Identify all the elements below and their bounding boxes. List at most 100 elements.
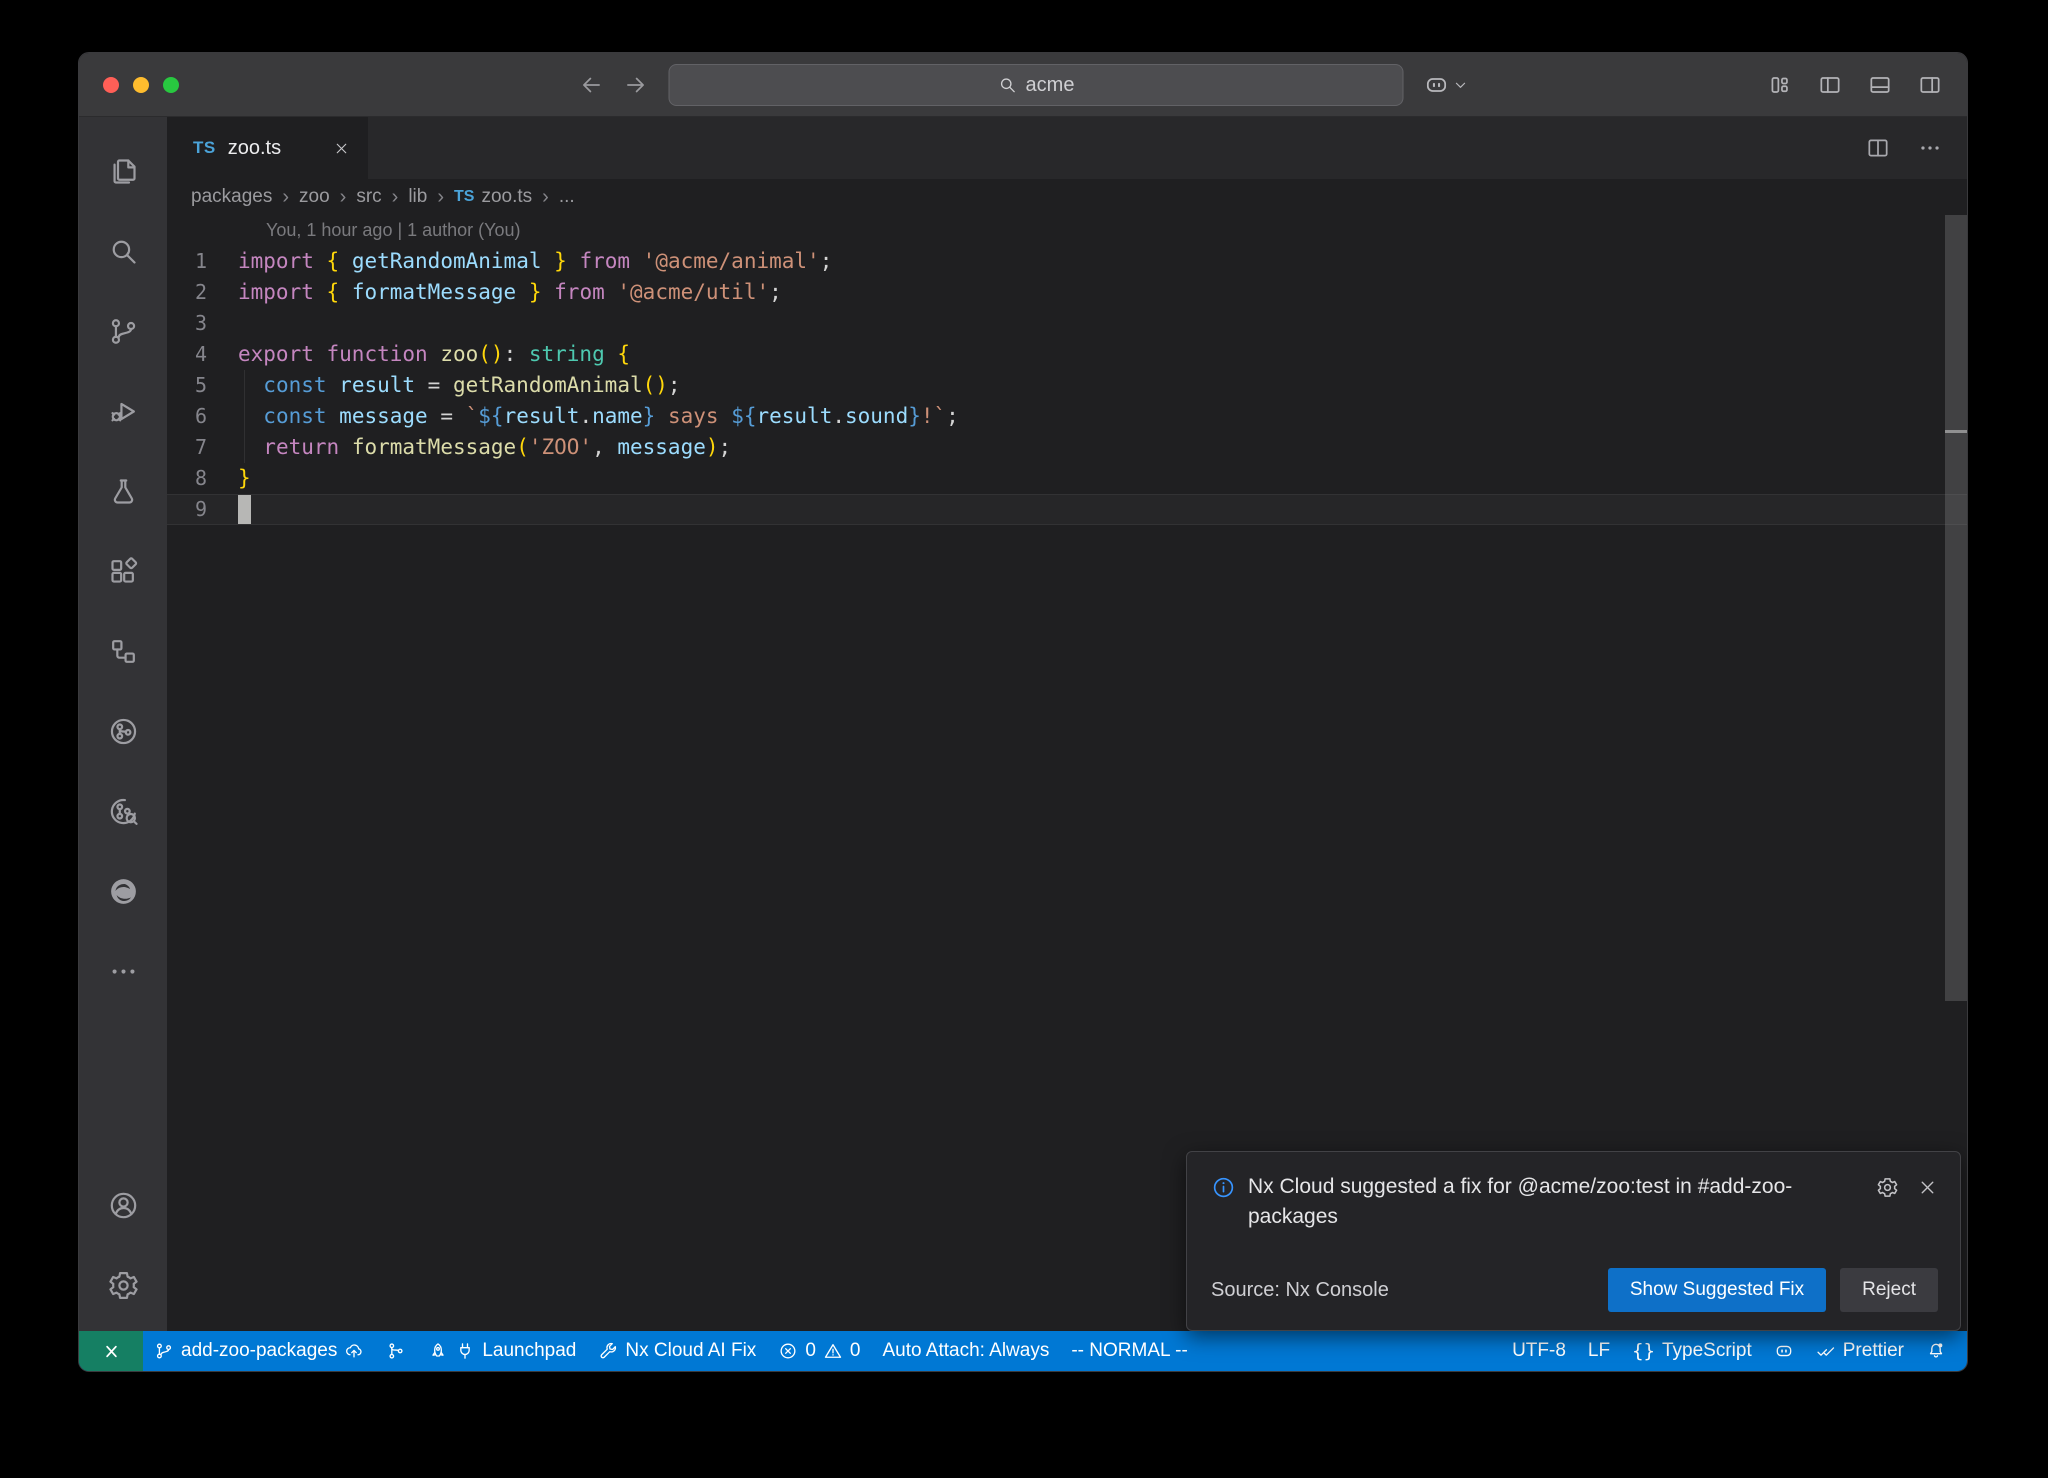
line-number: 6 (167, 401, 238, 432)
activity-item-account[interactable] (79, 1165, 167, 1245)
git-graph-status[interactable] (375, 1331, 417, 1371)
search-icon (998, 75, 1018, 95)
edge-icon (107, 875, 140, 908)
notification-toast: Nx Cloud suggested a fix for @acme/zoo:t… (1186, 1151, 1961, 1331)
line-number: 2 (167, 277, 238, 308)
activity-item-nx-cloud[interactable] (79, 771, 167, 851)
toggle-secondary-sidebar-icon[interactable] (1917, 72, 1943, 98)
activity-item-files[interactable] (79, 131, 167, 211)
code-line-1[interactable]: 1import { getRandomAnimal } from '@acme/… (167, 246, 1967, 277)
encoding-status[interactable]: UTF-8 (1501, 1331, 1577, 1371)
breadcrumb-item-packages[interactable]: packages (191, 186, 272, 208)
split-editor-icon[interactable] (1865, 135, 1891, 161)
git-graph-icon (386, 1341, 406, 1361)
line-number: 7 (167, 432, 238, 463)
copilot-menu[interactable] (1424, 72, 1468, 98)
notification-close-icon[interactable] (1917, 1176, 1938, 1199)
activity-item-search[interactable] (79, 211, 167, 291)
settings-gear-icon (107, 1269, 140, 1302)
command-center-search[interactable]: acme (669, 64, 1404, 106)
notification-message: Nx Cloud suggested a fix for @acme/zoo:t… (1248, 1172, 1864, 1233)
screen: acme T (0, 0, 2048, 1478)
activity-item-settings-gear[interactable] (79, 1245, 167, 1325)
files-icon (107, 155, 140, 188)
launchpad-status[interactable]: Launchpad (417, 1331, 587, 1371)
breadcrumb-item--[interactable]: ... (559, 186, 575, 208)
code-line-3[interactable]: 3 (167, 308, 1967, 339)
activity-item-beaker[interactable] (79, 451, 167, 531)
breadcrumb-item-lib[interactable]: lib (408, 186, 427, 208)
linked-squares-icon (107, 635, 140, 668)
maximize-window-button[interactable] (163, 77, 179, 93)
line-number: 3 (167, 308, 238, 339)
activity-item-source-control[interactable] (79, 291, 167, 371)
editor-more-actions-icon[interactable] (1917, 135, 1943, 161)
double-check-icon (1816, 1341, 1836, 1361)
activity-item-extensions[interactable] (79, 531, 167, 611)
toggle-sidebar-icon[interactable] (1817, 72, 1843, 98)
activity-item-more[interactable] (79, 931, 167, 1011)
breadcrumb-item-zoo-ts[interactable]: TSzoo.ts (454, 186, 532, 208)
code-line-7[interactable]: 7 return formatMessage('ZOO', message); (167, 432, 1967, 463)
code-line-4[interactable]: 4export function zoo(): string { (167, 339, 1967, 370)
copilot-status[interactable] (1763, 1331, 1805, 1371)
notification-settings-icon[interactable] (1876, 1176, 1899, 1199)
more-icon (107, 955, 140, 988)
prettier-status[interactable]: Prettier (1805, 1331, 1915, 1371)
breadcrumb-separator: › (437, 186, 444, 209)
vscode-window: acme T (78, 52, 1968, 1372)
customize-layout-icon[interactable] (1767, 72, 1793, 98)
cloud-upload-icon (344, 1341, 364, 1361)
bell-icon (1926, 1341, 1946, 1361)
line-number: 4 (167, 339, 238, 370)
reject-button[interactable]: Reject (1840, 1268, 1938, 1312)
debug-icon (107, 395, 140, 428)
problems-status[interactable]: 00 (767, 1331, 871, 1371)
tab-label: zoo.ts (228, 137, 281, 160)
notification-source: Source: Nx Console (1211, 1279, 1389, 1302)
activity-item-linked-squares[interactable] (79, 611, 167, 691)
activity-item-edge[interactable] (79, 851, 167, 931)
editor-scrollbar[interactable] (1945, 215, 1967, 1001)
line-number: 8 (167, 463, 238, 494)
titlebar: acme (79, 53, 1967, 117)
eol-status[interactable]: LF (1577, 1331, 1621, 1371)
vim-mode-status[interactable]: -- NORMAL -- (1060, 1331, 1198, 1371)
auto-attach-status[interactable]: Auto Attach: Always (871, 1331, 1060, 1371)
language-status[interactable]: {}TypeScript (1621, 1331, 1763, 1371)
toggle-panel-icon[interactable] (1867, 72, 1893, 98)
back-arrow-icon[interactable] (579, 72, 605, 98)
code-line-9[interactable]: 9 (167, 494, 1967, 525)
braces-icon: {} (1632, 1340, 1655, 1362)
code-line-6[interactable]: 6 const message = `${result.name} says $… (167, 401, 1967, 432)
extensions-icon (107, 555, 140, 588)
copilot-icon (1774, 1341, 1794, 1361)
activity-item-debug[interactable] (79, 371, 167, 451)
forward-arrow-icon[interactable] (623, 72, 649, 98)
tab-zoo-ts[interactable]: TS zoo.ts (167, 117, 368, 179)
git-branch-icon (154, 1341, 174, 1361)
vim-block-cursor (238, 495, 251, 524)
tab-close-icon[interactable] (333, 140, 350, 157)
rocket-icon (428, 1341, 448, 1361)
breadcrumb-separator: › (282, 186, 289, 209)
breadcrumb-item-zoo[interactable]: zoo (299, 186, 330, 208)
info-icon (1211, 1172, 1236, 1200)
code-line-5[interactable]: 5 const result = getRandomAnimal(); (167, 370, 1967, 401)
line-number: 9 (167, 494, 238, 525)
scrollbar-cursor-marker (1945, 430, 1967, 433)
branch-status[interactable]: add-zoo-packages (143, 1331, 375, 1371)
indent-guide (244, 370, 245, 463)
typescript-file-icon: TS (454, 188, 474, 206)
show-suggested-fix-button[interactable]: Show Suggested Fix (1608, 1268, 1826, 1312)
remote-indicator[interactable] (79, 1331, 143, 1371)
close-window-button[interactable] (103, 77, 119, 93)
activity-item-nx-console[interactable] (79, 691, 167, 771)
code-line-8[interactable]: 8} (167, 463, 1967, 494)
breadcrumb-separator: › (542, 186, 549, 209)
breadcrumb-item-src[interactable]: src (356, 186, 381, 208)
notifications-bell[interactable] (1915, 1331, 1957, 1371)
minimize-window-button[interactable] (133, 77, 149, 93)
nx-cloud-ai-fix-status[interactable]: Nx Cloud AI Fix (587, 1331, 767, 1371)
code-line-2[interactable]: 2import { formatMessage } from '@acme/ut… (167, 277, 1967, 308)
